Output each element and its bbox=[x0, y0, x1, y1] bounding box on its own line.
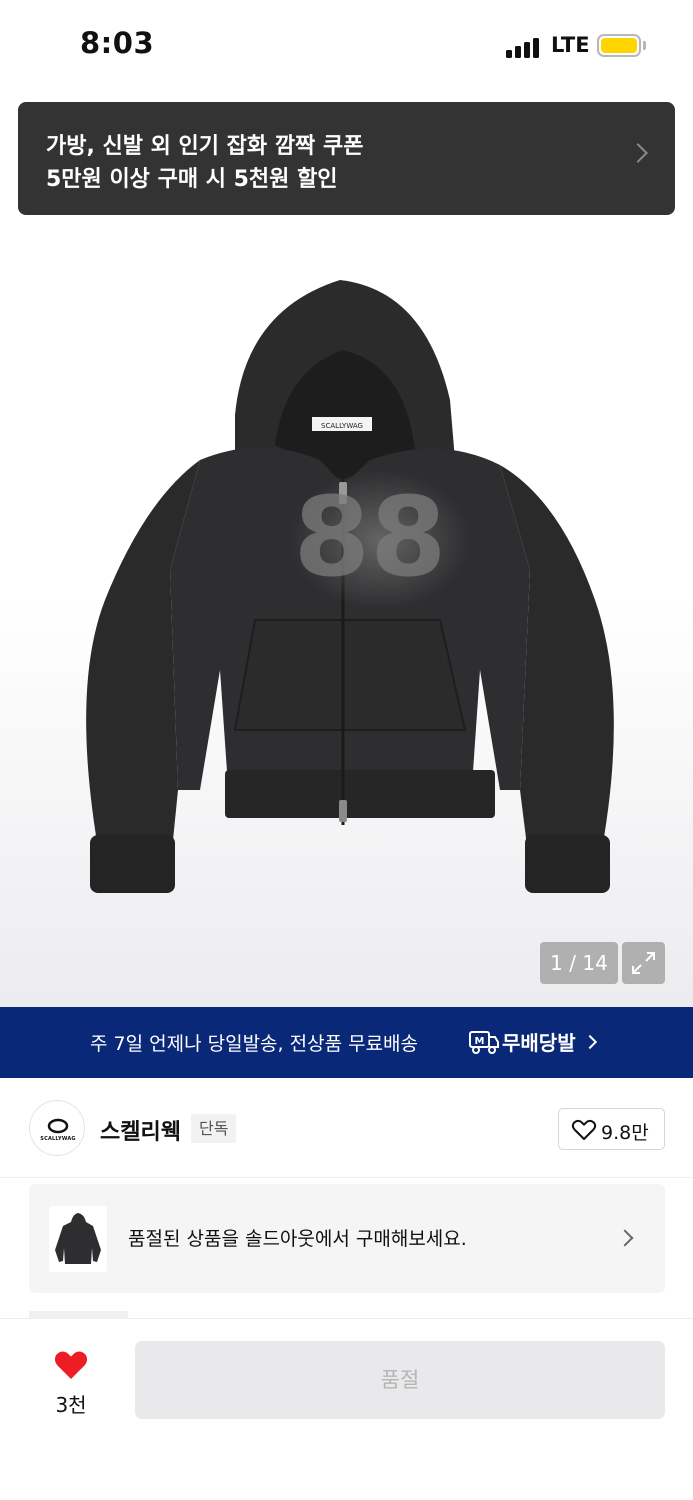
truck-icon: M bbox=[469, 1031, 499, 1054]
signal-icon bbox=[506, 36, 542, 58]
status-time: 8:03 bbox=[80, 26, 155, 60]
coupon-title: 가방, 신발 외 인기 잡화 깜짝 쿠폰 bbox=[46, 134, 364, 159]
image-counter: 1 / 14 bbox=[540, 942, 618, 984]
network-type: LTE bbox=[551, 33, 590, 57]
chevron-right-icon bbox=[616, 1229, 634, 1247]
battery-tip bbox=[643, 41, 646, 50]
brand-row: SCALLYWAG 스켈리웩 단독 9.8만 bbox=[0, 1078, 693, 1178]
heart-outline-icon bbox=[571, 1119, 597, 1140]
soldout-button[interactable]: 품절 bbox=[135, 1341, 665, 1419]
wish-count: 3천 bbox=[55, 1393, 87, 1417]
svg-text:88: 88 bbox=[293, 473, 446, 601]
coupon-banner[interactable]: 가방, 신발 외 인기 잡화 깜짝 쿠폰 5만원 이상 구매 시 5천원 할인 bbox=[18, 102, 675, 215]
expand-icon[interactable] bbox=[622, 942, 665, 984]
neck-tag-text: SCALLYWAG bbox=[321, 422, 363, 430]
chevron-right-icon bbox=[582, 1034, 598, 1050]
brand-like-button[interactable]: 9.8만 bbox=[558, 1108, 665, 1150]
delivery-text: 주 7일 언제나 당일발송, 전상품 무료배송 bbox=[90, 1033, 419, 1055]
product-image[interactable]: SCALLYWAG 88 bbox=[60, 270, 640, 915]
exclusive-badge: 단독 bbox=[191, 1114, 237, 1143]
soldout-link-card[interactable]: 품절된 상품을 솔드아웃에서 구매해보세요. bbox=[29, 1184, 665, 1293]
brand-name[interactable]: 스켈리웩 bbox=[100, 1114, 181, 1146]
soldout-text: 품절된 상품을 솔드아웃에서 구매해보세요. bbox=[128, 1228, 467, 1250]
bottom-action-bar: 3천 품절 bbox=[0, 1318, 693, 1500]
coupon-subtitle: 5만원 이상 구매 시 5천원 할인 bbox=[46, 167, 338, 192]
delivery-badge: 무배당발 bbox=[502, 1031, 576, 1055]
heart-filled-icon bbox=[54, 1351, 88, 1379]
wish-button[interactable]: 3천 bbox=[38, 1345, 104, 1417]
brand-logo-text: SCALLYWAG bbox=[40, 1136, 76, 1142]
brand-like-count: 9.8만 bbox=[601, 1122, 649, 1144]
brand-logo[interactable]: SCALLYWAG bbox=[29, 1100, 85, 1156]
delivery-banner[interactable]: 주 7일 언제나 당일발송, 전상품 무료배송 M 무배당발 bbox=[0, 1007, 693, 1078]
battery-icon bbox=[597, 34, 641, 57]
svg-text:M: M bbox=[475, 1036, 485, 1047]
chevron-right-icon bbox=[628, 143, 648, 163]
status-bar: 8:03 LTE bbox=[0, 0, 693, 90]
soldout-thumbnail bbox=[49, 1206, 107, 1272]
